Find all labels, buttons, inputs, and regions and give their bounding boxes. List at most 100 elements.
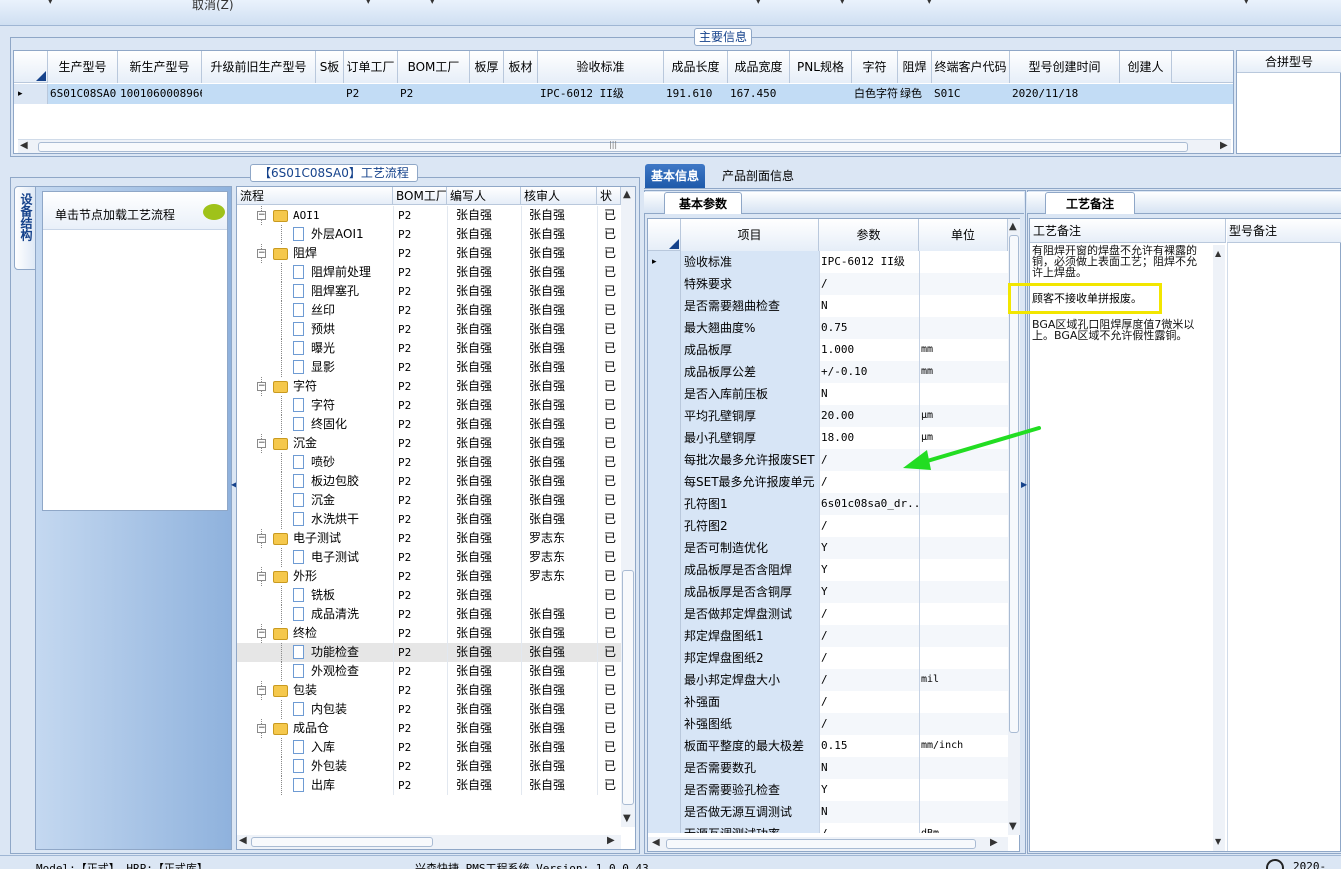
param-value[interactable]: / [819, 669, 919, 691]
tree-node-label[interactable]: 内包装 [311, 700, 347, 719]
tree-row[interactable]: − 包装 P2 张自强 张自强 已 [237, 681, 621, 700]
row-selector[interactable]: ▸ [648, 251, 681, 273]
tree-row[interactable]: 预烘 P2 张自强 张自强 已 [237, 320, 621, 339]
tree-row[interactable]: 成品清洗 P2 张自强 张自强 已 [237, 605, 621, 624]
row-selector[interactable] [648, 449, 681, 471]
row-selector[interactable] [648, 713, 681, 735]
tree-node-label[interactable]: 包装 [293, 681, 317, 700]
column-header[interactable]: 核审人 [521, 187, 597, 205]
param-row[interactable]: 成品板厚公差 +/-0.10 mm [648, 361, 1008, 383]
param-value[interactable]: Y [819, 779, 919, 801]
column-header[interactable]: BOM工厂 [393, 187, 447, 205]
tree-node-label[interactable]: 沉金 [311, 491, 335, 510]
param-value[interactable]: 0.15 [819, 735, 919, 757]
param-value[interactable]: 6s01c08sa0_dr... [819, 493, 919, 515]
table-cell[interactable] [470, 84, 504, 104]
row-selector[interactable] [648, 405, 681, 427]
tree-node-label[interactable]: 喷砂 [311, 453, 335, 472]
param-value[interactable]: Y [819, 581, 919, 603]
tree-row[interactable]: − 外形 P2 张自强 罗志东 已 [237, 567, 621, 586]
scroll-left-icon[interactable]: ◀ [20, 140, 28, 151]
tree-node-label[interactable]: 电子测试 [311, 548, 359, 567]
chevron-down-icon[interactable]: ▾ [48, 0, 53, 7]
table-cell[interactable]: 2020/11/18 [1010, 84, 1120, 104]
row-selector[interactable] [648, 559, 681, 581]
scroll-left-icon[interactable]: ◀ [239, 835, 247, 846]
param-row[interactable]: 成品板厚是否含阻焊 Y [648, 559, 1008, 581]
tree-row[interactable]: 功能检查 P2 张自强 张自强 已 [237, 643, 621, 662]
param-row[interactable]: 最大翘曲度% 0.75 [648, 317, 1008, 339]
param-row[interactable]: 成品板厚 1.000 mm [648, 339, 1008, 361]
param-row[interactable]: 孔符图1 6s01c08sa0_dr... [648, 493, 1008, 515]
row-selector[interactable] [648, 515, 681, 537]
param-row[interactable]: 补强面 / [648, 691, 1008, 713]
scroll-up-icon[interactable]: ▲ [1009, 221, 1017, 232]
chevron-down-icon[interactable]: ▾ [430, 0, 435, 7]
chevron-down-icon[interactable]: ▾ [756, 0, 761, 7]
vertical-scrollbar[interactable]: ▲ ▼ [621, 187, 635, 827]
param-row[interactable]: 特殊要求 / [648, 273, 1008, 295]
param-value[interactable]: N [819, 383, 919, 405]
param-value[interactable]: / [819, 515, 919, 537]
scroll-up-icon[interactable]: ▲ [623, 189, 631, 200]
tree-node-label[interactable]: 显影 [311, 358, 335, 377]
row-selector[interactable] [648, 735, 681, 757]
tree-node-label[interactable]: 成品清洗 [311, 605, 359, 624]
scroll-thumb[interactable] [251, 837, 433, 847]
param-value[interactable]: 0.75 [819, 317, 919, 339]
tree-node-label[interactable]: 成品仓 [293, 719, 329, 738]
chevron-down-icon[interactable]: ▾ [1244, 0, 1249, 7]
param-row[interactable]: 成品板厚是否含铜厚 Y [648, 581, 1008, 603]
collapse-icon[interactable]: − [257, 439, 266, 448]
vertical-scrollbar[interactable]: ▲ ▼ [1213, 245, 1225, 851]
scroll-down-icon[interactable]: ▼ [623, 813, 631, 824]
param-row[interactable]: 是否可制造优化 Y [648, 537, 1008, 559]
param-value[interactable]: / [819, 625, 919, 647]
table-cell[interactable]: 167.450 [728, 84, 790, 104]
column-header[interactable]: 成品宽度 [728, 51, 790, 83]
tree-row[interactable]: − AOI1 P2 张自强 张自强 已 [237, 206, 621, 225]
param-value[interactable]: IPC-6012 II级 [819, 251, 919, 273]
param-value[interactable]: Y [819, 537, 919, 559]
tree-node-label[interactable]: 外形 [293, 567, 317, 586]
table-cell[interactable]: 191.610 [664, 84, 728, 104]
scroll-thumb[interactable] [622, 570, 634, 805]
tree-row[interactable]: 铣板 P2 张自强 已 [237, 586, 621, 605]
tree-row[interactable]: 显影 P2 张自强 张自强 已 [237, 358, 621, 377]
scroll-down-icon[interactable]: ▼ [1009, 821, 1017, 832]
row-selector[interactable] [648, 625, 681, 647]
table-cell[interactable] [504, 84, 538, 104]
tree-row[interactable]: 阻焊塞孔 P2 张自强 张自强 已 [237, 282, 621, 301]
tree-row[interactable]: 内包装 P2 张自强 张自强 已 [237, 700, 621, 719]
tree-node-label[interactable]: 外包装 [311, 757, 347, 776]
column-header[interactable]: S板 [316, 51, 344, 83]
param-row[interactable]: 是否做邦定焊盘测试 / [648, 603, 1008, 625]
table-cell[interactable] [790, 84, 852, 104]
param-value[interactable]: / [819, 713, 919, 735]
param-row[interactable]: 最小邦定焊盘大小 / mil [648, 669, 1008, 691]
row-selector[interactable] [648, 339, 681, 361]
row-selector[interactable] [648, 603, 681, 625]
tree-row[interactable]: − 电子测试 P2 张自强 罗志东 已 [237, 529, 621, 548]
param-row[interactable]: 无源互调测试功率/dBm [648, 823, 1008, 833]
tree-row[interactable]: 外层AOI1 P2 张自强 张自强 已 [237, 225, 621, 244]
tree-node-label[interactable]: 终固化 [311, 415, 347, 434]
tree-row[interactable]: − 终检 P2 张自强 张自强 已 [237, 624, 621, 643]
scroll-up-icon[interactable]: ▲ [1215, 249, 1221, 258]
table-cell[interactable]: 6S01C08SA0 [48, 84, 118, 104]
tree-node-label[interactable]: 阻焊塞孔 [311, 282, 359, 301]
column-header[interactable]: 终端客户代码 [932, 51, 1010, 83]
param-row[interactable]: 邦定焊盘图纸1/ [648, 625, 1008, 647]
tab-device-structure[interactable]: 设备结构 [14, 186, 36, 270]
table-cell[interactable]: 绿色 [898, 84, 932, 104]
column-header[interactable]: 成品长度 [664, 51, 728, 83]
horizontal-scrollbar[interactable]: ◀ ▶ [237, 835, 621, 849]
row-selector[interactable] [648, 493, 681, 515]
scroll-right-icon[interactable]: ▶ [990, 837, 998, 848]
param-row[interactable]: 是否需要数孔 N [648, 757, 1008, 779]
tree-row[interactable]: 外包装 P2 张自强 张自强 已 [237, 757, 621, 776]
param-row[interactable]: 每SET最多允许报废单元 / [648, 471, 1008, 493]
chevron-down-icon[interactable]: ▾ [840, 0, 845, 7]
param-value[interactable]: 1.000 [819, 339, 919, 361]
collapse-icon[interactable]: − [257, 572, 266, 581]
